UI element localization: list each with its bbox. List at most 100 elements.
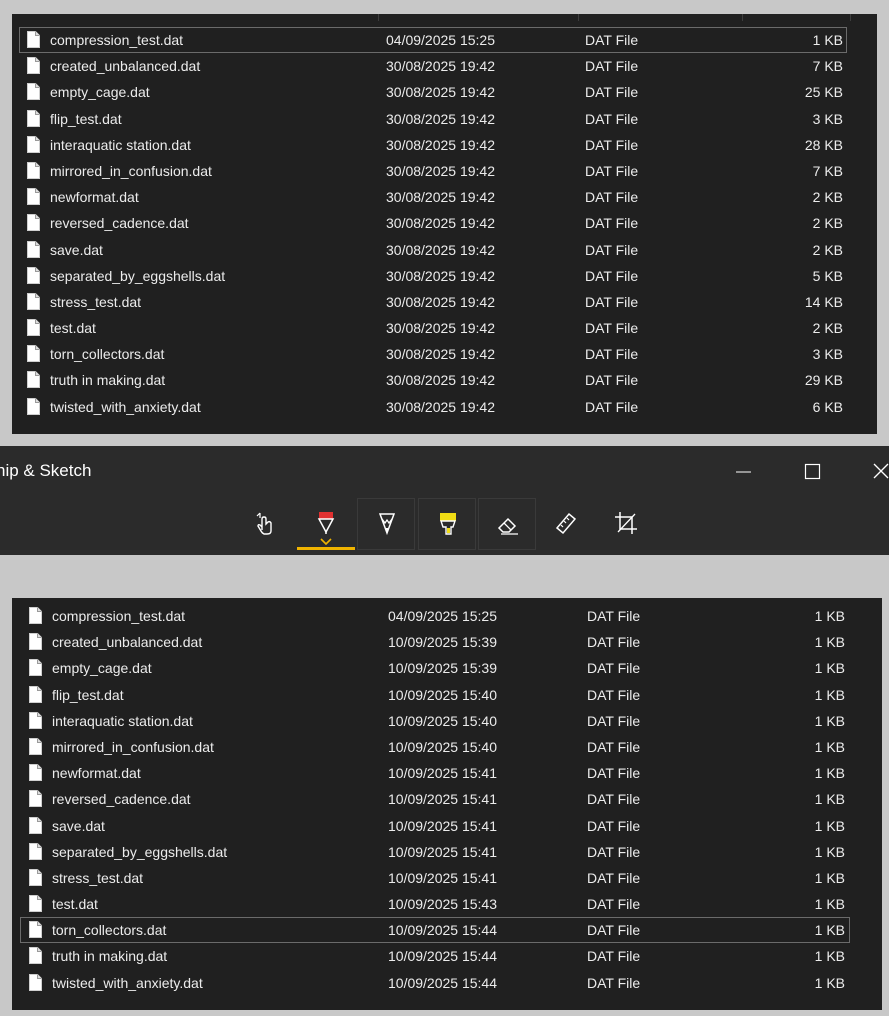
file-date-modified: 10/09/2025 15:44 (388, 922, 497, 939)
file-date-modified: 10/09/2025 15:39 (388, 660, 497, 677)
crop-button[interactable] (597, 498, 655, 550)
minimize-button[interactable] (722, 456, 762, 488)
file-row[interactable]: torn_collectors.dat 30/08/2025 19:42 DAT F… (12, 341, 877, 367)
ruler-icon (555, 512, 577, 535)
file-row[interactable]: save.dat 10/09/2025 15:41 DAT File 1 KB (12, 813, 882, 839)
file-type: DAT File (587, 660, 641, 677)
maximize-button[interactable] (792, 456, 832, 488)
file-row[interactable]: truth in making.dat 10/09/2025 15:44 DAT F… (12, 943, 882, 969)
file-row[interactable]: separated_by_eggshells.dat 30/08/2025 19:… (12, 263, 877, 289)
file-row[interactable]: twisted_with_anxiety.dat 30/08/2025 19:42… (12, 394, 877, 420)
file-name: save.dat (52, 817, 105, 834)
file-date-modified: 10/09/2025 15:41 (388, 791, 497, 808)
file-row[interactable]: stress_test.dat 10/09/2025 15:41 DAT File 1… (12, 865, 882, 891)
app-title: nip & Sketch (0, 461, 92, 480)
file-icon (27, 161, 40, 179)
file-size: 3 KB (812, 110, 843, 127)
highlighter-button[interactable] (418, 498, 476, 550)
file-size: 2 KB (812, 320, 843, 337)
column-header-strip[interactable] (12, 14, 877, 22)
file-size: 5 KB (812, 267, 843, 284)
file-name: twisted_with_anxiety.dat (52, 974, 203, 991)
file-type: DAT File (585, 58, 639, 75)
eraser-button[interactable] (478, 498, 536, 550)
maximize-icon (804, 463, 821, 480)
touch-writing-icon (256, 512, 272, 535)
file-name: mirrored_in_confusion.dat (52, 738, 214, 755)
file-date-modified: 30/08/2025 19:42 (386, 84, 495, 101)
file-date-modified: 10/09/2025 15:41 (388, 817, 497, 834)
touch-writing-button[interactable] (237, 498, 295, 550)
file-row[interactable]: flip_test.dat 10/09/2025 15:40 DAT File 1 K… (12, 682, 882, 708)
file-name: newformat.dat (52, 765, 141, 782)
file-type: DAT File (585, 110, 639, 127)
file-icon (27, 371, 40, 389)
file-row[interactable]: test.dat 30/08/2025 19:42 DAT File 2 KB (12, 315, 877, 341)
file-row[interactable]: test.dat 10/09/2025 15:43 DAT File 1 KB (12, 891, 882, 917)
file-name: reversed_cadence.dat (52, 791, 191, 808)
file-date-modified: 30/08/2025 19:42 (386, 241, 495, 258)
file-row[interactable]: newformat.dat 10/09/2025 15:41 DAT File 1 K… (12, 760, 882, 786)
file-size: 25 KB (804, 84, 843, 101)
file-row[interactable]: reversed_cadence.dat 10/09/2025 15:41 DAT … (12, 786, 882, 812)
file-row[interactable]: torn_collectors.dat 10/09/2025 15:44 DAT F… (20, 917, 850, 944)
file-type: DAT File (587, 765, 641, 782)
file-size: 7 KB (812, 162, 843, 179)
file-name: created_unbalanced.dat (50, 58, 201, 75)
file-icon (29, 921, 42, 939)
file-row[interactable]: mirrored_in_confusion.dat 30/08/2025 19:4… (12, 158, 877, 184)
file-name: reversed_cadence.dat (50, 215, 189, 232)
title-bar[interactable]: nip & Sketch (0, 446, 889, 496)
file-icon (29, 816, 42, 834)
close-button[interactable] (860, 456, 889, 488)
file-row[interactable]: interaquatic station.dat 30/08/2025 19:42… (12, 132, 877, 158)
file-row[interactable]: reversed_cadence.dat 30/08/2025 19:42 DAT … (12, 210, 877, 236)
file-type: DAT File (587, 869, 641, 886)
column-divider[interactable] (578, 14, 579, 21)
file-name: truth in making.dat (52, 948, 168, 965)
ballpoint-pen-button[interactable] (297, 498, 355, 550)
file-row[interactable]: flip_test.dat 30/08/2025 19:42 DAT File 3 K… (12, 106, 877, 132)
file-type: DAT File (585, 215, 639, 232)
ruler-button[interactable] (537, 498, 595, 550)
file-row[interactable]: empty_cage.dat 30/08/2025 19:42 DAT File 25… (12, 79, 877, 105)
file-row[interactable]: save.dat 30/08/2025 19:42 DAT File 2 KB (12, 237, 877, 263)
file-row[interactable]: created_unbalanced.dat 10/09/2025 15:39 DA… (12, 629, 882, 655)
file-type: DAT File (585, 398, 639, 415)
file-date-modified: 30/08/2025 19:42 (386, 398, 495, 415)
file-type: DAT File (585, 372, 639, 389)
file-type: DAT File (587, 817, 641, 834)
file-row[interactable]: interaquatic station.dat 10/09/2025 15:40… (12, 708, 882, 734)
file-type: DAT File (587, 896, 641, 913)
file-size: 1 KB (814, 791, 845, 808)
column-divider[interactable] (378, 14, 379, 21)
file-row[interactable]: separated_by_eggshells.dat 10/09/2025 15:… (12, 839, 882, 865)
file-row[interactable]: empty_cage.dat 10/09/2025 15:39 DAT File 1 … (12, 655, 882, 681)
file-date-modified: 30/08/2025 19:42 (386, 346, 495, 363)
file-icon (29, 973, 42, 991)
file-date-modified: 30/08/2025 19:42 (386, 110, 495, 127)
file-type: DAT File (585, 162, 639, 179)
file-icon (27, 397, 40, 415)
file-name: separated_by_eggshells.dat (50, 267, 226, 284)
file-row[interactable]: twisted_with_anxiety.dat 10/09/2025 15:44… (12, 970, 882, 996)
file-date-modified: 04/09/2025 15:25 (388, 608, 497, 624)
file-row[interactable]: compression_test.dat 04/09/2025 15:25 DAT … (12, 603, 882, 629)
file-name: flip_test.dat (52, 686, 124, 703)
file-row[interactable]: truth in making.dat 30/08/2025 19:42 DAT F… (12, 367, 877, 393)
file-size: 2 KB (812, 189, 843, 206)
file-row[interactable]: created_unbalanced.dat 30/08/2025 19:42 DA… (12, 53, 877, 79)
file-date-modified: 10/09/2025 15:40 (388, 738, 497, 755)
file-date-modified: 30/08/2025 19:42 (386, 320, 495, 337)
file-name: twisted_with_anxiety.dat (50, 398, 201, 415)
file-row[interactable]: newformat.dat 30/08/2025 19:42 DAT File 2 K… (12, 184, 877, 210)
column-divider[interactable] (742, 14, 743, 21)
eraser-icon (497, 517, 518, 535)
highlighter-icon (440, 513, 456, 535)
column-divider[interactable] (850, 14, 851, 21)
pencil-button[interactable] (357, 498, 415, 550)
file-row[interactable]: stress_test.dat 30/08/2025 19:42 DAT File 1… (12, 289, 877, 315)
file-date-modified: 10/09/2025 15:41 (388, 843, 497, 860)
file-row[interactable]: compression_test.dat 04/09/2025 15:25 DAT … (19, 27, 847, 54)
file-row[interactable]: mirrored_in_confusion.dat 10/09/2025 15:4… (12, 734, 882, 760)
